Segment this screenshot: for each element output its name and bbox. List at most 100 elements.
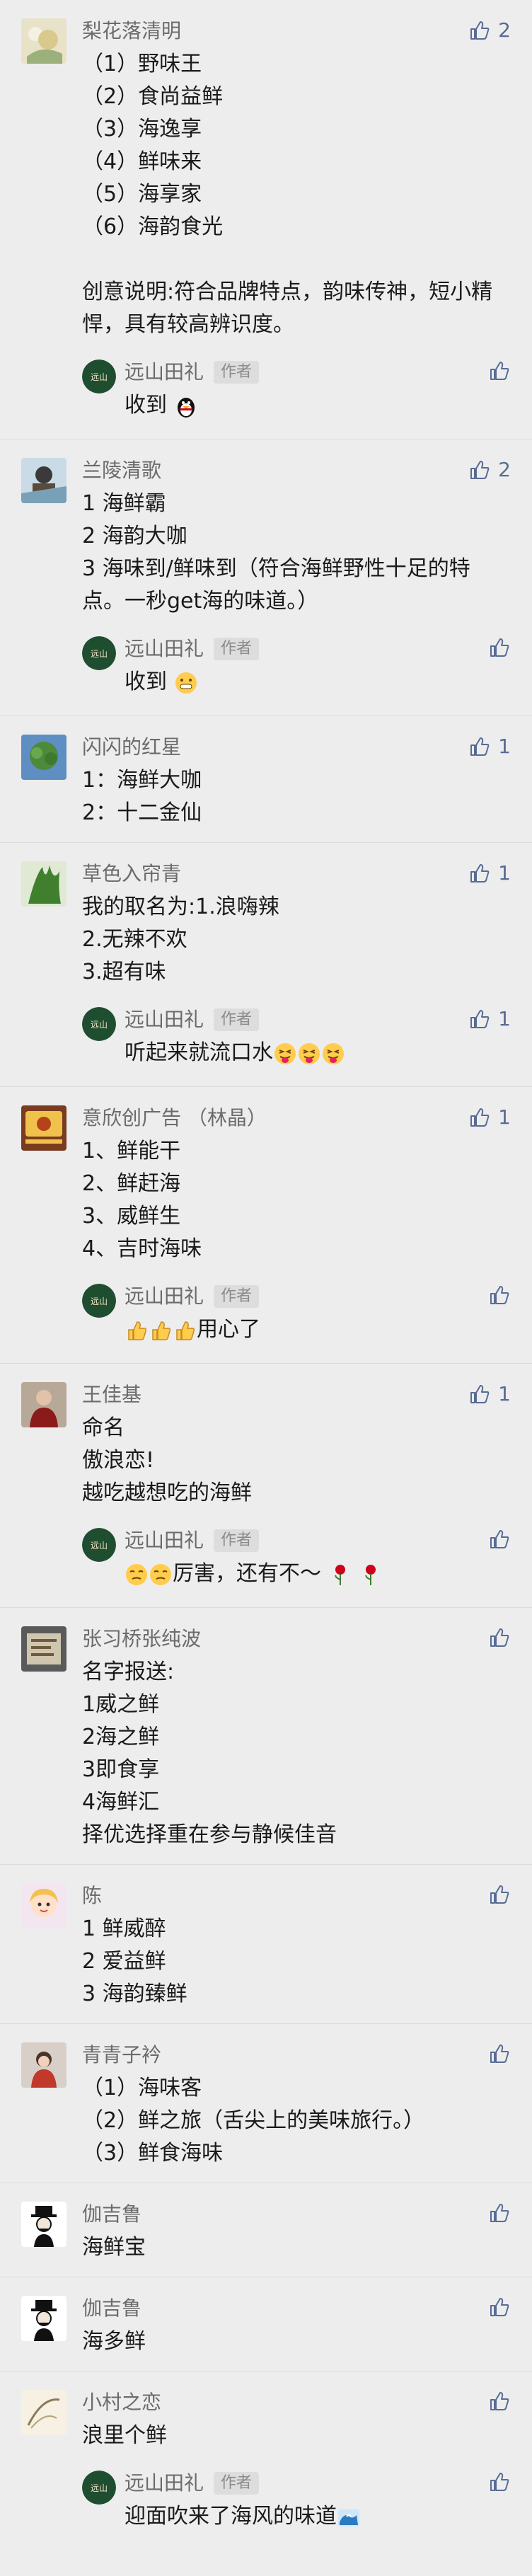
thumb-up-outline-icon: [490, 1628, 509, 1647]
avatar[interactable]: [21, 458, 66, 503]
thumb-up-outline-icon: [490, 362, 509, 380]
like-button[interactable]: 2: [468, 458, 511, 481]
tongue-out-emoji-icon: [323, 1042, 344, 1064]
commenter-name[interactable]: 梨花落清明: [82, 17, 504, 45]
author-badge: 作者: [214, 1285, 260, 1308]
avatar[interactable]: [21, 1626, 66, 1672]
svg-text:远山: 远山: [91, 2483, 108, 2493]
like-button[interactable]: [488, 2296, 511, 2318]
tongue-out-emoji-icon: [274, 1042, 296, 1064]
commenter-name[interactable]: 闪闪的红星: [82, 733, 504, 761]
author-reply: 远山 远山田礼 作者 收到: [82, 625, 509, 703]
commenter-name[interactable]: 兰陵清歌: [82, 456, 504, 485]
commenter-name[interactable]: 伽吉鲁: [82, 2200, 504, 2229]
author-avatar[interactable]: 远山: [82, 2471, 116, 2505]
like-button[interactable]: [488, 2202, 511, 2224]
tongue-out-emoji-icon: [299, 1042, 320, 1064]
thumb-up-outline-icon: [490, 1286, 509, 1304]
comment-item: 青青子衿 （1）海味客 （2）鲜之旅（舌尖上的美味旅行。） （3）鲜食海味: [0, 2024, 532, 2183]
sly-face-emoji-icon: [150, 1563, 171, 1585]
avatar[interactable]: [21, 861, 66, 907]
thumb-up-outline-icon: [470, 460, 490, 479]
thumb-up-outline-icon: [490, 2204, 509, 2222]
like-button[interactable]: 1: [468, 1007, 511, 1030]
like-button[interactable]: 1: [468, 735, 511, 758]
comment-item: 兰陵清歌 2 1 海鲜霸 2 海韵大咖 3 海味到/鲜味到（符合海鲜野性十足的特…: [0, 439, 532, 716]
like-count: 1: [498, 735, 511, 758]
avatar[interactable]: [21, 735, 66, 780]
comment-item: 张习桥张纯波 名字报送: 1威之鲜 2海之鲜 3即食享 4海鲜汇 择优选择重在参…: [0, 1608, 532, 1865]
thumb-up-outline-icon: [490, 2298, 509, 2316]
author-avatar[interactable]: 远山: [82, 636, 116, 670]
reply-author-name[interactable]: 远山田礼: [125, 1282, 204, 1311]
reply-text: 迎面吹来了海风的味道: [125, 2504, 337, 2529]
avatar[interactable]: [21, 18, 66, 64]
like-button[interactable]: 1: [468, 1382, 511, 1405]
author-badge: 作者: [214, 2472, 260, 2495]
author-avatar[interactable]: 远山: [82, 1528, 116, 1562]
avatar[interactable]: [21, 2296, 66, 2341]
wave-emoji-icon: [338, 2509, 359, 2526]
like-button[interactable]: [488, 1626, 511, 1649]
author-badge: 作者: [214, 1008, 260, 1031]
reply-author-name[interactable]: 远山田礼: [125, 635, 204, 663]
avatar[interactable]: [21, 2390, 66, 2435]
commenter-name[interactable]: 意欣创广告 （林晶）: [82, 1104, 504, 1132]
avatar[interactable]: [21, 2042, 66, 2088]
thumbs-up-emoji-icon: [176, 1321, 195, 1340]
reply-text: 听起来就流口水: [125, 1040, 273, 1065]
thumb-up-outline-icon: [490, 638, 509, 657]
author-reply: 远山 远山田礼 作者 用心了: [82, 1272, 509, 1350]
author-avatar[interactable]: 远山: [82, 1007, 116, 1041]
author-reply: 远山 远山田礼 作者 迎面吹来了海风的味道: [82, 2459, 509, 2537]
reply-author-name[interactable]: 远山田礼: [125, 2469, 204, 2497]
comment-item: 闪闪的红星 1 1：海鲜大咖 2：十二金仙: [0, 716, 532, 843]
author-reply: 远山 远山田礼 作者 厉害，还有不～: [82, 1517, 509, 1594]
reply-author-name[interactable]: 远山田礼: [125, 1006, 204, 1034]
thumbs-up-emoji-icon: [128, 1321, 147, 1340]
like-button[interactable]: [488, 2042, 511, 2065]
comment-item: 小村之恋 浪里个鲜 远山 远山田礼 作者 迎面吹来了海风的味道: [0, 2371, 532, 2550]
like-button[interactable]: [488, 1284, 511, 1306]
reply-author-name[interactable]: 远山田礼: [125, 358, 204, 386]
like-count: 1: [498, 1007, 511, 1030]
author-badge: 作者: [214, 638, 260, 660]
author-avatar[interactable]: 远山: [82, 1284, 116, 1318]
reply-author-name[interactable]: 远山田礼: [125, 1526, 204, 1555]
comment-item: 梨花落清明 2 （1）野味王 （2）食尚益鲜 （3）海逸享 （4）鲜味来 （5）…: [0, 0, 532, 439]
like-button[interactable]: [488, 1883, 511, 1906]
like-count: 1: [498, 861, 511, 885]
author-avatar[interactable]: 远山: [82, 360, 116, 393]
author-badge: 作者: [214, 1529, 260, 1552]
like-button[interactable]: [488, 2390, 511, 2413]
svg-text:远山: 远山: [91, 372, 108, 382]
like-button[interactable]: [488, 2471, 511, 2493]
commenter-name[interactable]: 草色入帘青: [82, 860, 504, 888]
comment-item: 意欣创广告 （林晶） 1 1、鲜能干 2、鲜赶海 3、威鲜生 4、吉时海味 远山…: [0, 1087, 532, 1364]
avatar[interactable]: [21, 2202, 66, 2247]
avatar[interactable]: [21, 1382, 66, 1427]
like-button[interactable]: 1: [468, 1105, 511, 1129]
svg-text:远山: 远山: [91, 1296, 108, 1306]
commenter-name[interactable]: 伽吉鲁: [82, 2294, 504, 2323]
like-button[interactable]: [488, 360, 511, 382]
thumb-up-outline-icon: [470, 1009, 490, 1028]
like-count: 2: [498, 18, 511, 42]
like-button[interactable]: [488, 1528, 511, 1551]
commenter-name[interactable]: 王佳基: [82, 1381, 504, 1409]
thumb-up-outline-icon: [470, 21, 490, 40]
like-button[interactable]: [488, 636, 511, 659]
like-button[interactable]: 2: [468, 18, 511, 42]
avatar[interactable]: [21, 1105, 66, 1151]
reply-text: 厉害，还有不～: [173, 1561, 321, 1586]
like-button[interactable]: 1: [468, 861, 511, 885]
commenter-name[interactable]: 小村之恋: [82, 2388, 504, 2417]
like-count: 1: [498, 1105, 511, 1129]
avatar[interactable]: [21, 1883, 66, 1928]
comment-text: 1：海鲜大咖 2：十二金仙: [82, 768, 202, 825]
comment-feed: 梨花落清明 2 （1）野味王 （2）食尚益鲜 （3）海逸享 （4）鲜味来 （5）…: [0, 0, 532, 2550]
like-count: 1: [498, 1382, 511, 1405]
commenter-name[interactable]: 青青子衿: [82, 2041, 504, 2069]
commenter-name[interactable]: 张习桥张纯波: [82, 1625, 504, 1653]
commenter-name[interactable]: 陈: [82, 1882, 504, 1910]
